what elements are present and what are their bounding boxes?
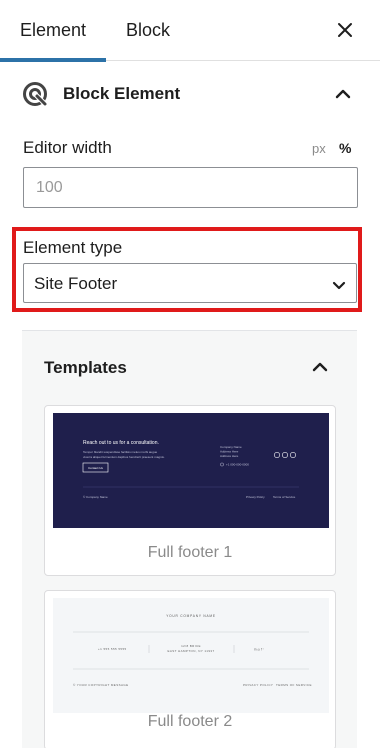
thumb-link: Terms of Service (273, 495, 296, 499)
element-type-select[interactable]: Site Footer (23, 263, 357, 303)
thumb-heading: YOUR COMPANY NAME (166, 614, 216, 618)
close-icon (338, 23, 352, 37)
template-card-full-footer-1[interactable]: Reach out to us for a consultation. Temp… (44, 405, 336, 576)
sidebar-tabs: Element Block (0, 0, 380, 62)
tab-block[interactable]: Block (106, 0, 190, 61)
thumb-button: Contact Us (88, 466, 103, 470)
block-element-panel-header[interactable]: Block Element (0, 62, 380, 126)
thumb-body-line-1: Tempor blandit suspendisse facilisis met… (83, 450, 158, 454)
panel-title: Block Element (63, 84, 181, 103)
template-caption: Full footer 1 (147, 544, 233, 561)
template-thumbnail: YOUR COMPANY NAME +1 555 555 5555 12/8 B… (53, 598, 329, 713)
thumb-company-line: Address Here (220, 454, 239, 458)
tab-element[interactable]: Element (0, 0, 106, 62)
chevron-up-icon[interactable] (334, 85, 352, 103)
template-caption: Full footer 2 (147, 713, 233, 730)
close-button[interactable] (334, 19, 356, 41)
chevron-up-icon[interactable] (311, 358, 329, 376)
thumb-link: TERMS OF SERVICE (276, 683, 312, 687)
unit-px-button[interactable]: px (312, 141, 326, 156)
thumb-address-line: 12/8 BRICE (181, 644, 201, 648)
thumb-copyright: © Company Name (83, 495, 108, 499)
thumb-link: PRIVACY POLICY (243, 683, 273, 687)
editor-width-input[interactable] (23, 167, 358, 208)
thumb-link: Privacy Policy (246, 495, 265, 499)
chevron-down-icon (332, 281, 346, 290)
templates-section: Templates Reach out to us for a consulta… (22, 330, 357, 748)
thumb-address-line: EAST HAMPTON, NY 11937 (167, 649, 214, 653)
thumb-company-line: Company Name (220, 445, 242, 449)
thumb-phone: +1 555 555 5555 (98, 647, 127, 651)
svg-text:in ◎ f ᵗ: in ◎ f ᵗ (254, 648, 264, 652)
thumb-heading: Reach out to us for a consultation. (83, 440, 159, 446)
element-type-selected-value: Site Footer (34, 274, 118, 293)
template-thumbnail: Reach out to us for a consultation. Temp… (53, 413, 329, 528)
template-card-full-footer-2[interactable]: YOUR COMPANY NAME +1 555 555 5555 12/8 B… (44, 590, 336, 748)
thumb-body-line-2: viverra aliquet fermentum dapibus hendre… (83, 455, 165, 459)
thumb-phone: +1 000-000-0000 (226, 463, 249, 467)
templates-title: Templates (44, 358, 127, 377)
element-type-label: Element type (23, 238, 123, 257)
thumb-copyright: © YOUR COPYRIGHT MESSAGE (73, 683, 129, 687)
thumb-company-line: Address Here (220, 450, 239, 454)
unit-percent-button[interactable]: % (339, 140, 351, 156)
generateblocks-icon (23, 82, 48, 107)
editor-width-label: Editor width (23, 138, 112, 157)
